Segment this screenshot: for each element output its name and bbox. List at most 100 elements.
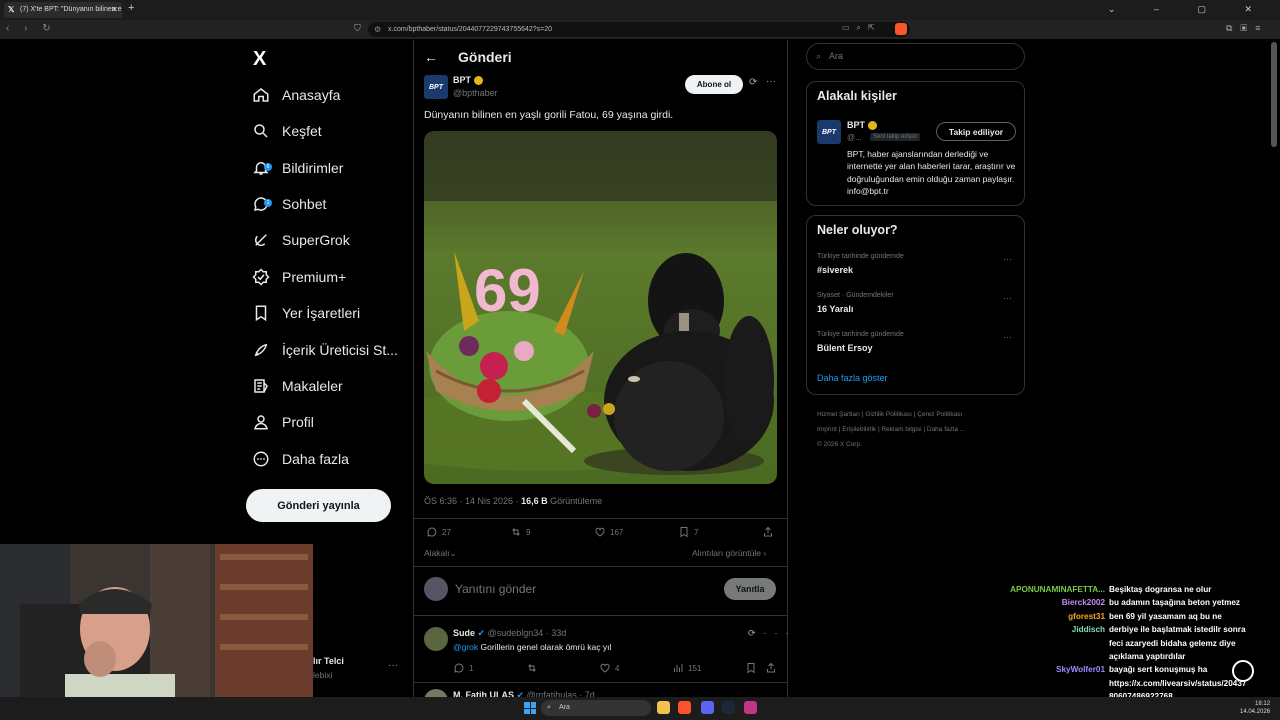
divider [414, 682, 787, 683]
post-text: Dünyanın bilinen en yaşlı gorili Fatou, … [424, 109, 674, 121]
browser-tab[interactable]: 𝕏 (7) X'te BPT: "Dünyanın bilinen e ✕ [4, 2, 122, 18]
relevant-sort-dropdown[interactable]: Alakalı⌄ [424, 548, 457, 559]
nav-item-11[interactable]: Daha fazla [252, 444, 349, 474]
show-more-link[interactable]: Daha fazla göster [817, 373, 888, 383]
window-controls[interactable]: ⌄ – ▢ ✕ [1108, 4, 1270, 15]
reply-input[interactable]: Yanıtını gönder [455, 582, 536, 596]
related-name[interactable]: BPT [847, 120, 865, 130]
chat-bubble-icon[interactable] [1232, 660, 1254, 682]
trend-item[interactable]: #siverek [817, 265, 853, 275]
omnibox-actions[interactable]: ▭⌕⇱ [842, 23, 882, 33]
views-button[interactable]: 151 [672, 662, 701, 674]
trend-more-icon[interactable]: ··· [1003, 332, 1012, 342]
footer-link[interactable]: Imprint [817, 426, 837, 433]
nav-item-1[interactable]: Anasayfa [252, 80, 340, 110]
new-tab-button[interactable]: + [128, 2, 134, 14]
brave-shield-icon[interactable] [895, 23, 907, 35]
footer-link[interactable]: Daha fazla ... [927, 426, 965, 433]
bookmark-button[interactable]: 7 [678, 526, 698, 538]
chat-username[interactable]: SkyWolfer01 [998, 663, 1105, 676]
footer-link[interactable]: Hizmet Şartları [817, 411, 860, 418]
author-name[interactable]: BPT [453, 75, 471, 85]
repost-button[interactable]: 9 [510, 526, 530, 538]
trend-item[interactable]: Bülent Ersoy [817, 343, 873, 353]
reply-author[interactable]: Sude ✔ @sudeblgn34 · 33d [453, 628, 566, 639]
reply-count: 27 [442, 527, 451, 537]
nav-item-9[interactable]: Makaleler [252, 371, 343, 401]
reply-submit-button[interactable]: Yanıtla [724, 578, 776, 600]
nav-item-8[interactable]: İçerik Üreticisi St... [252, 335, 398, 365]
share-button[interactable] [762, 526, 778, 538]
url-input[interactable]: ⚙ x.com/bpthaber/status/2044077229743755… [368, 22, 910, 37]
nav-item-7[interactable]: Yer İşaretleri [252, 298, 360, 328]
person-icon [252, 413, 270, 431]
footer-link[interactable]: Reklam bilgisi [881, 426, 921, 433]
nav-item-6[interactable]: Premium+ [252, 262, 346, 292]
footer-link[interactable]: Erişilebilirlik [842, 426, 876, 433]
post-image[interactable]: 69 [424, 131, 777, 484]
footer-link[interactable]: Gizlilik Politikası [865, 411, 912, 418]
repost-button[interactable] [526, 662, 542, 674]
bookmark-button[interactable] [745, 662, 761, 674]
reply-button[interactable]: 1 [453, 662, 473, 674]
reply-icon [454, 663, 464, 673]
grok-icon[interactable]: ⟳ [748, 628, 764, 638]
account-more-icon[interactable]: ··· [388, 660, 398, 671]
account-name[interactable]: lır Telci [313, 656, 344, 666]
close-tab-icon[interactable]: ✕ [111, 2, 118, 18]
nav-item-2[interactable]: Keşfet [252, 116, 322, 146]
browser-nav-buttons[interactable]: ‹ › ↻ [6, 23, 57, 34]
related-avatar[interactable]: BPT [817, 120, 841, 144]
subscribe-button[interactable]: Abone ol [685, 75, 743, 94]
chat-username[interactable]: gforest31 [998, 610, 1105, 623]
back-arrow-icon[interactable]: ← [424, 49, 438, 65]
following-button[interactable]: Takip ediliyor [936, 122, 1016, 141]
reply-button[interactable]: 27 [426, 526, 451, 538]
chat-username[interactable]: APONUNAMINAFETTA... [998, 583, 1105, 596]
like-button[interactable]: 167 [594, 526, 623, 538]
steam-icon[interactable] [722, 701, 735, 714]
related-handle[interactable]: @... [847, 133, 862, 142]
more-icon[interactable]: ··· [766, 76, 776, 87]
author-avatar[interactable]: BPT [424, 75, 448, 99]
x-logo[interactable]: X [253, 48, 266, 71]
windows-start-icon[interactable] [524, 702, 536, 714]
bookmark-icon[interactable]: ⛉ [354, 23, 361, 34]
trend-item[interactable]: 16 Yaralı [817, 304, 853, 314]
taskbar-search[interactable]: ⌕ Ara [541, 700, 651, 716]
post-button[interactable]: Gönderi yayınla [246, 489, 391, 522]
more-icon[interactable]: ··· [764, 628, 797, 638]
footer-link[interactable]: Çerez Politikası [917, 411, 962, 418]
author-handle[interactable]: @bpthaber [453, 88, 498, 98]
site-info-icon[interactable]: ⚙ [374, 22, 381, 37]
user-avatar[interactable] [424, 577, 448, 601]
chat-username[interactable]: Bierck2002 [998, 596, 1105, 609]
brave-icon[interactable] [678, 701, 691, 714]
chat-message: bayağı sert konuşmuş ha [1109, 665, 1208, 675]
trends-title: Neler oluyor? [817, 223, 898, 237]
nav-item-10[interactable]: Profil [252, 407, 314, 437]
discord-icon[interactable] [701, 701, 714, 714]
scrollbar[interactable] [1271, 42, 1277, 147]
share-icon [767, 662, 775, 673]
account-handle[interactable]: lebixi [313, 670, 332, 680]
browser-menu-buttons[interactable]: ⧉▣≡ [1226, 23, 1269, 34]
reply-avatar[interactable] [424, 627, 448, 651]
share-button[interactable] [765, 662, 781, 674]
quotes-label: Alıntıları görüntüle [692, 548, 761, 558]
search-input[interactable]: ⌕ Ara [806, 43, 1025, 70]
trend-more-icon[interactable]: ··· [1003, 293, 1012, 303]
nav-item-3[interactable]: 6 Bildirimler [252, 153, 343, 183]
chat-username[interactable]: Jiddisch [998, 623, 1105, 636]
nav-item-4[interactable]: 1 Sohbet [252, 189, 326, 219]
view-quotes-link[interactable]: Alıntıları görüntüle › [692, 548, 766, 558]
like-button[interactable]: 4 [599, 662, 619, 674]
nav-item-5[interactable]: SuperGrok [252, 225, 350, 255]
footer-link[interactable]: © 2026 X Corp. [817, 441, 862, 448]
reply-actions-top[interactable]: ⟳··· [748, 628, 797, 639]
file-explorer-icon[interactable] [657, 701, 670, 714]
trend-more-icon[interactable]: ··· [1003, 254, 1012, 264]
mention-link[interactable]: @grok [453, 642, 478, 652]
grok-icon[interactable]: ⟳ [749, 77, 757, 88]
app-icon[interactable] [744, 701, 757, 714]
